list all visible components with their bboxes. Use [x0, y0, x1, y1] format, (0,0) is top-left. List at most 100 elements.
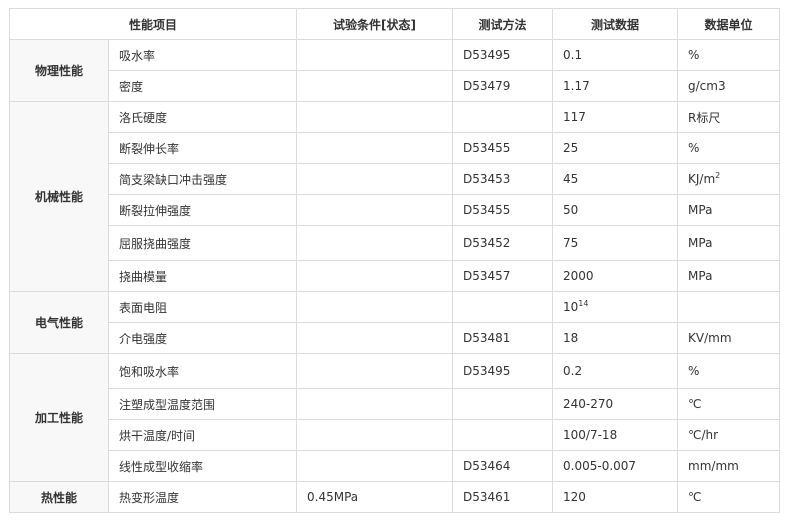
- table-body: 物理性能 吸水率 D53495 0.1% 密度 D53479 1.17 g/cm3 机械性能 洛氏…: [9, 39, 781, 513]
- header-row: 性能项目 试验条件[状态] 测试方法 测试数据 数据单位: [8, 8, 781, 40]
- method-cell: D53479: [452, 70, 554, 102]
- table-row: 挠曲模量 D53457 2000 MPa: [10, 260, 781, 292]
- method-cell: D53481: [452, 322, 554, 354]
- property-name-cell: 线性成型收缩率: [107, 450, 298, 482]
- value-cell: 2000: [552, 260, 679, 292]
- property-name-cell: 表面电阻: [107, 291, 298, 323]
- method-cell: [452, 101, 554, 133]
- unit-cell-text: mm/mm: [688, 459, 739, 473]
- unit-cell: ℃: [677, 481, 781, 513]
- table-row: 简支梁缺口冲击强度 D53453 45 KJ/m2: [10, 163, 781, 195]
- value-cell-text: 0.005-0.007: [563, 459, 637, 473]
- method-cell: [452, 419, 554, 451]
- table-row: 机械性能 洛氏硬度 117 R标尺: [9, 101, 781, 292]
- table-row: 注塑成型温度范围 240-270 ℃: [10, 388, 781, 420]
- method-cell-text: D53495: [463, 48, 511, 62]
- property-name-cell-text: 简支梁缺口冲击强度: [119, 172, 228, 187]
- condition-cell: [296, 163, 454, 195]
- property-name-cell: 注塑成型温度范围: [107, 388, 298, 420]
- condition-cell: [296, 194, 454, 226]
- unit-cell-text: KJ/m: [688, 172, 716, 186]
- value-cell-text: 75: [563, 236, 579, 250]
- group-label: 电气性能: [9, 291, 109, 354]
- value-cell: 45: [552, 163, 679, 195]
- property-name-cell-text: 注塑成型温度范围: [119, 397, 216, 412]
- table-row: 电气性能 表面电阻 1014: [9, 291, 781, 354]
- value-cell: 50: [552, 194, 679, 226]
- property-name-cell-text: 线性成型收缩率: [119, 459, 204, 474]
- method-cell-text: D53481: [463, 331, 511, 345]
- property-name-cell: 密度: [107, 70, 298, 102]
- property-name-cell-text: 吸水率: [119, 48, 156, 63]
- unit-cell: %: [677, 353, 781, 389]
- condition-cell: [296, 353, 454, 389]
- property-name-cell: 烘干温度/时间: [107, 419, 298, 451]
- unit-cell-text: %: [688, 141, 700, 155]
- property-name-cell: 洛氏硬度: [107, 101, 298, 133]
- group-label: 加工性能: [9, 353, 109, 482]
- header-condition: 试验条件[状态]: [296, 8, 454, 40]
- group-label: 热性能: [9, 481, 109, 513]
- property-name-cell: 简支梁缺口冲击强度: [107, 163, 298, 195]
- value-cell: 25: [552, 132, 679, 164]
- unit-cell: KV/mm: [677, 322, 781, 354]
- table-row: 屈服挠曲强度 D53452 75 MPa: [10, 225, 781, 261]
- property-name-cell: 断裂拉伸强度: [107, 194, 298, 226]
- properties-table: 性能项目 试验条件[状态] 测试方法 测试数据 数据单位 物理性能 吸水率 D534…: [8, 8, 781, 513]
- table-row: 烘干温度/时间 100/7-18 ℃/hr: [10, 419, 781, 451]
- method-cell: D53455: [452, 194, 554, 226]
- value-cell-text: 50: [563, 203, 579, 217]
- method-cell: D53453: [452, 163, 554, 195]
- unit-cell-text: MPa: [688, 203, 713, 217]
- value-cell-text: 10: [563, 300, 579, 314]
- property-name-cell-text: 饱和吸水率: [119, 364, 180, 379]
- condition-cell: 0.45MPa: [296, 481, 454, 513]
- method-cell-text: D53457: [463, 269, 511, 283]
- unit-cell-superscript: 2: [715, 171, 721, 180]
- condition-cell: [296, 388, 454, 420]
- value-cell: 1.17: [552, 70, 679, 102]
- value-cell-text: 45: [563, 172, 579, 186]
- value-cell-text: 2000: [563, 269, 594, 283]
- property-name-cell-text: 表面电阻: [119, 300, 168, 315]
- property-name-cell-text: 烘干温度/时间: [119, 428, 196, 443]
- method-cell-text: D53455: [463, 141, 511, 155]
- method-cell-text: D53495: [463, 364, 511, 378]
- unit-cell: [677, 291, 781, 323]
- unit-cell: ℃: [677, 388, 781, 420]
- value-cell-text: 0.1: [563, 48, 583, 62]
- unit-cell: R标尺: [677, 101, 781, 133]
- unit-cell: %: [677, 132, 781, 164]
- property-name-cell-text: 介电强度: [119, 331, 168, 346]
- property-name-cell: 吸水率: [107, 39, 298, 71]
- method-cell-text: D53464: [463, 459, 511, 473]
- unit-cell-text: ℃/hr: [688, 428, 719, 442]
- unit-cell-text: KV/mm: [688, 331, 732, 345]
- property-name-cell-text: 洛氏硬度: [119, 110, 168, 125]
- condition-cell: [296, 260, 454, 292]
- property-name-cell-text: 热变形温度: [119, 490, 180, 505]
- header-item: 性能项目: [8, 8, 298, 40]
- value-cell: 117: [552, 101, 679, 133]
- table-row: 加工性能 饱和吸水率 D53495 0.2%: [9, 353, 781, 482]
- value-cell: 0.2: [552, 353, 679, 389]
- table-row: 物理性能 吸水率 D53495 0.1%: [9, 39, 781, 102]
- property-name-cell-text: 断裂伸长率: [119, 141, 180, 156]
- unit-cell: %: [677, 39, 781, 71]
- property-name-cell-text: 挠曲模量: [119, 269, 168, 284]
- unit-cell: MPa: [677, 260, 781, 292]
- table-row: 介电强度 D53481 18 KV/mm: [10, 322, 781, 354]
- property-name-cell: 断裂伸长率: [107, 132, 298, 164]
- value-cell-text: 117: [563, 110, 586, 124]
- unit-cell-text: %: [688, 364, 700, 378]
- unit-cell: ℃/hr: [677, 419, 781, 451]
- value-cell-superscript: 14: [578, 299, 589, 308]
- header-unit: 数据单位: [677, 8, 781, 40]
- unit-cell-text: ℃: [688, 490, 702, 504]
- unit-cell-text: MPa: [688, 236, 713, 250]
- method-cell: D53452: [452, 225, 554, 261]
- value-cell: 18: [552, 322, 679, 354]
- method-cell: D53464: [452, 450, 554, 482]
- property-name-cell: 热变形温度: [107, 481, 298, 513]
- unit-cell: g/cm3: [677, 70, 781, 102]
